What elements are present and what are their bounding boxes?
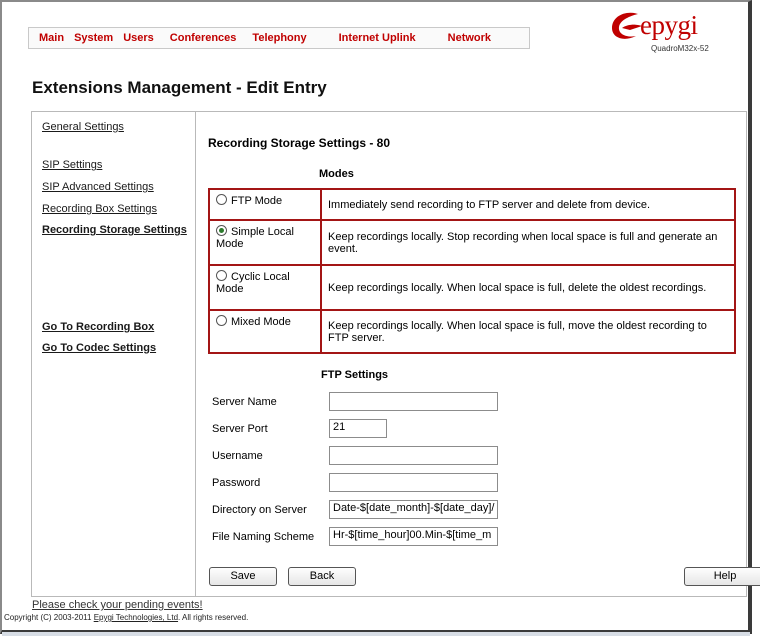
sidebar-item-recording-box-settings[interactable]: Recording Box Settings	[42, 203, 157, 215]
directory-on-server-label: Directory on Server	[212, 504, 307, 516]
mode-option[interactable]: FTP Mode	[208, 188, 322, 221]
directory-on-server-input[interactable]: Date-$[date_month]-$[date_day]/	[329, 500, 498, 519]
nav-users[interactable]: Users	[123, 32, 154, 44]
file-naming-scheme-input[interactable]: Hr-$[time_hour]00.Min-$[time_m	[329, 527, 498, 546]
copyright-prefix: Copyright (C) 2003-2011	[4, 613, 94, 622]
file-naming-scheme-label: File Naming Scheme	[212, 531, 315, 543]
epygi-logo: epygi QuadroM32x-52	[606, 8, 736, 58]
server-port-label: Server Port	[212, 423, 268, 435]
logo-wordmark: epygi	[640, 10, 698, 40]
password-label: Password	[212, 477, 261, 489]
username-label: Username	[212, 450, 263, 462]
mode-label: Simple Local Mode	[216, 226, 294, 250]
top-nav: Main System Users Conferences Telephony …	[28, 27, 530, 49]
mode-option[interactable]: Mixed Mode	[208, 309, 322, 354]
ftp-settings-heading: FTP Settings	[321, 369, 389, 381]
mode-label: Cyclic Local Mode	[216, 271, 290, 295]
sidebar: General Settings SIP Settings SIP Advanc…	[32, 112, 196, 596]
copyright-notice: Copyright (C) 2003-2011 Epygi Technologi…	[4, 613, 248, 622]
mode-description-text: Keep recordings locally. When local spac…	[328, 281, 707, 294]
status-bar	[2, 632, 750, 636]
radio-ftp-mode[interactable]	[216, 194, 227, 205]
radio-simple-local-mode[interactable]	[216, 225, 227, 236]
mode-row-mixed: Mixed Mode Keep recordings locally. When…	[208, 309, 736, 354]
radio-cyclic-local-mode[interactable]	[216, 270, 227, 281]
username-input[interactable]	[329, 446, 498, 465]
pending-events-link[interactable]: Please check your pending events!	[32, 599, 203, 611]
mode-row-ftp: FTP Mode Immediately send recording to F…	[208, 188, 736, 221]
sidebar-item-go-to-recording-box[interactable]: Go To Recording Box	[42, 321, 154, 333]
mode-description-text: Keep recordings locally. Stop recording …	[328, 230, 718, 255]
sidebar-item-recording-storage-settings[interactable]: Recording Storage Settings	[42, 224, 187, 236]
sidebar-item-general-settings[interactable]: General Settings	[42, 121, 124, 133]
nav-main[interactable]: Main	[39, 32, 64, 44]
sidebar-item-sip-advanced-settings[interactable]: SIP Advanced Settings	[42, 181, 154, 193]
nav-system[interactable]: System	[74, 32, 113, 44]
mode-option[interactable]: Simple Local Mode	[208, 219, 322, 266]
mode-description: Keep recordings locally. Stop recording …	[320, 219, 736, 266]
mode-row-simple-local: Simple Local Mode Keep recordings locall…	[208, 219, 736, 266]
page-title: Extensions Management - Edit Entry	[32, 78, 327, 97]
nav-telephony[interactable]: Telephony	[252, 32, 306, 44]
mode-description: Immediately send recording to FTP server…	[320, 188, 736, 221]
save-button[interactable]: Save	[209, 567, 277, 586]
nav-conferences[interactable]: Conferences	[170, 32, 237, 44]
radio-mixed-mode[interactable]	[216, 315, 227, 326]
copyright-suffix: . All rights reserved.	[178, 613, 249, 622]
back-button[interactable]: Back	[288, 567, 356, 586]
mode-label: FTP Mode	[231, 195, 283, 207]
sidebar-item-sip-settings[interactable]: SIP Settings	[42, 159, 102, 171]
server-name-input[interactable]	[329, 392, 498, 411]
mode-row-cyclic-local: Cyclic Local Mode Keep recordings locall…	[208, 264, 736, 311]
server-port-input[interactable]: 21	[329, 419, 387, 438]
section-title: Recording Storage Settings - 80	[208, 136, 391, 150]
nav-network[interactable]: Network	[448, 32, 491, 44]
mode-description: Keep recordings locally. When local spac…	[320, 264, 736, 311]
mode-description-text: Immediately send recording to FTP server…	[328, 198, 651, 211]
mode-description-text: Keep recordings locally. When local spac…	[328, 319, 707, 344]
modes-table: FTP Mode Immediately send recording to F…	[208, 188, 736, 354]
company-link[interactable]: Epygi Technologies, Ltd	[94, 613, 178, 622]
modes-heading: Modes	[319, 168, 354, 180]
help-button[interactable]: Help	[684, 567, 760, 586]
main-content: Recording Storage Settings - 80 Modes FT…	[197, 112, 760, 596]
mode-description: Keep recordings locally. When local spac…	[320, 309, 736, 354]
server-name-label: Server Name	[212, 396, 277, 408]
device-model: QuadroM32x-52	[651, 44, 709, 53]
mode-label: Mixed Mode	[231, 316, 291, 328]
mode-option[interactable]: Cyclic Local Mode	[208, 264, 322, 311]
password-input[interactable]	[329, 473, 498, 492]
nav-internet-uplink[interactable]: Internet Uplink	[339, 32, 416, 44]
content-panel: General Settings SIP Settings SIP Advanc…	[31, 111, 760, 597]
sidebar-item-go-to-codec-settings[interactable]: Go To Codec Settings	[42, 342, 156, 354]
